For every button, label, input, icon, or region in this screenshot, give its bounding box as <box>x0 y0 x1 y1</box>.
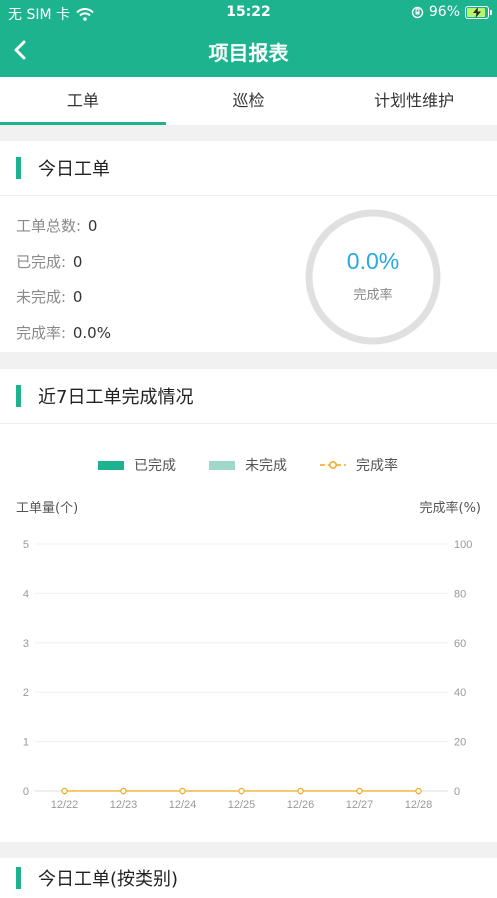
category-card: 今日工单(按类别) <box>0 858 497 898</box>
app-header: 无 SIM 卡 15:22 96% 项目报表 <box>0 0 497 77</box>
x-tick-label: 12/26 <box>287 799 315 811</box>
x-tick-label: 12/28 <box>405 799 433 811</box>
tab-inspection[interactable]: 巡检 <box>166 77 332 125</box>
y2-tick-label: 80 <box>454 588 466 600</box>
today-card-title: 今日工单 <box>38 159 110 180</box>
weekly-card-header: 近7日工单完成情况 <box>0 369 497 424</box>
y-tick-label: 2 <box>23 687 29 699</box>
tab-work-orders[interactable]: 工单 <box>0 77 166 125</box>
stat-uncompleted: 未完成: 0 <box>16 288 83 306</box>
legend-swatch <box>98 460 124 470</box>
rate-point <box>179 787 186 795</box>
x-tick-label: 12/27 <box>346 799 374 811</box>
rate-point <box>61 787 68 795</box>
x-tick-label: 12/25 <box>228 799 256 811</box>
title-accent-bar <box>16 157 21 179</box>
category-card-header: 今日工单(按类别) <box>0 858 497 898</box>
y2-tick-label: 100 <box>454 539 472 551</box>
battery-percent: 96% <box>428 4 460 20</box>
tab-planned-maintenance[interactable]: 计划性维护 <box>331 77 497 125</box>
orientation-lock-icon <box>411 6 424 18</box>
donut-value: 0.0% <box>347 248 399 274</box>
y-tick-label: 3 <box>23 638 29 650</box>
page-title: 项目报表 <box>208 41 289 65</box>
donut-label: 完成率 <box>353 287 392 303</box>
y-tick-label: 4 <box>23 588 29 600</box>
legend-completed[interactable]: 已完成 <box>98 455 176 475</box>
legend-line-swatch <box>320 461 346 469</box>
y2-tick-label: 60 <box>454 638 466 650</box>
chart-legend: 已完成 未完成 完成率 <box>0 455 497 475</box>
rate-point <box>297 787 304 795</box>
weekly-card: 近7日工单完成情况 已完成 未完成 完成率 工单量(个) 完成率(%) 0 1 2 3… <box>0 369 497 842</box>
stat-total: 工单总数: 0 <box>16 217 98 235</box>
rate-point <box>238 787 245 795</box>
y-tick-label: 0 <box>23 786 29 798</box>
weekly-chart: 0 1 2 3 4 5 0 20 40 60 80 100 12/22 12/23 12/24 12/25 12… <box>23 539 472 811</box>
battery-icon <box>465 5 492 19</box>
weekly-card-title: 近7日工单完成情况 <box>38 387 194 408</box>
stat-rate: 完成率: 0.0% <box>16 323 111 342</box>
x-tick-label: 12/23 <box>110 799 138 811</box>
title-accent-bar <box>16 867 21 889</box>
rate-point <box>356 787 363 795</box>
legend-swatch <box>209 460 235 470</box>
legend-rate[interactable]: 完成率 <box>320 455 398 475</box>
x-tick-label: 12/24 <box>169 799 197 811</box>
completion-donut: 0.0% 完成率 <box>305 209 441 345</box>
left-axis-title: 工单量(个) <box>16 501 79 516</box>
rate-point <box>415 787 422 795</box>
status-bar: 无 SIM 卡 15:22 96% <box>0 0 497 26</box>
category-card-title: 今日工单(按类别) <box>38 869 179 890</box>
y-tick-label: 1 <box>23 737 29 749</box>
y2-tick-label: 20 <box>454 737 466 749</box>
right-axis-title: 完成率(%) <box>419 501 482 516</box>
today-card-header: 今日工单 <box>0 141 497 196</box>
y2-tick-label: 0 <box>454 786 460 798</box>
title-accent-bar <box>16 385 21 407</box>
legend-uncompleted[interactable]: 未完成 <box>209 455 287 475</box>
x-tick-label: 12/22 <box>51 799 79 811</box>
today-stats: 工单总数: 0 已完成: 0 未完成: 0 完成率: 0.0% <box>16 209 111 351</box>
stat-completed: 已完成: 0 <box>16 252 83 271</box>
y-tick-label: 5 <box>23 539 29 551</box>
y2-tick-label: 40 <box>454 687 466 699</box>
rate-point <box>120 787 127 795</box>
nav-bar: 项目报表 <box>0 26 497 77</box>
tab-bar: 工单 巡检 计划性维护 <box>0 77 497 125</box>
